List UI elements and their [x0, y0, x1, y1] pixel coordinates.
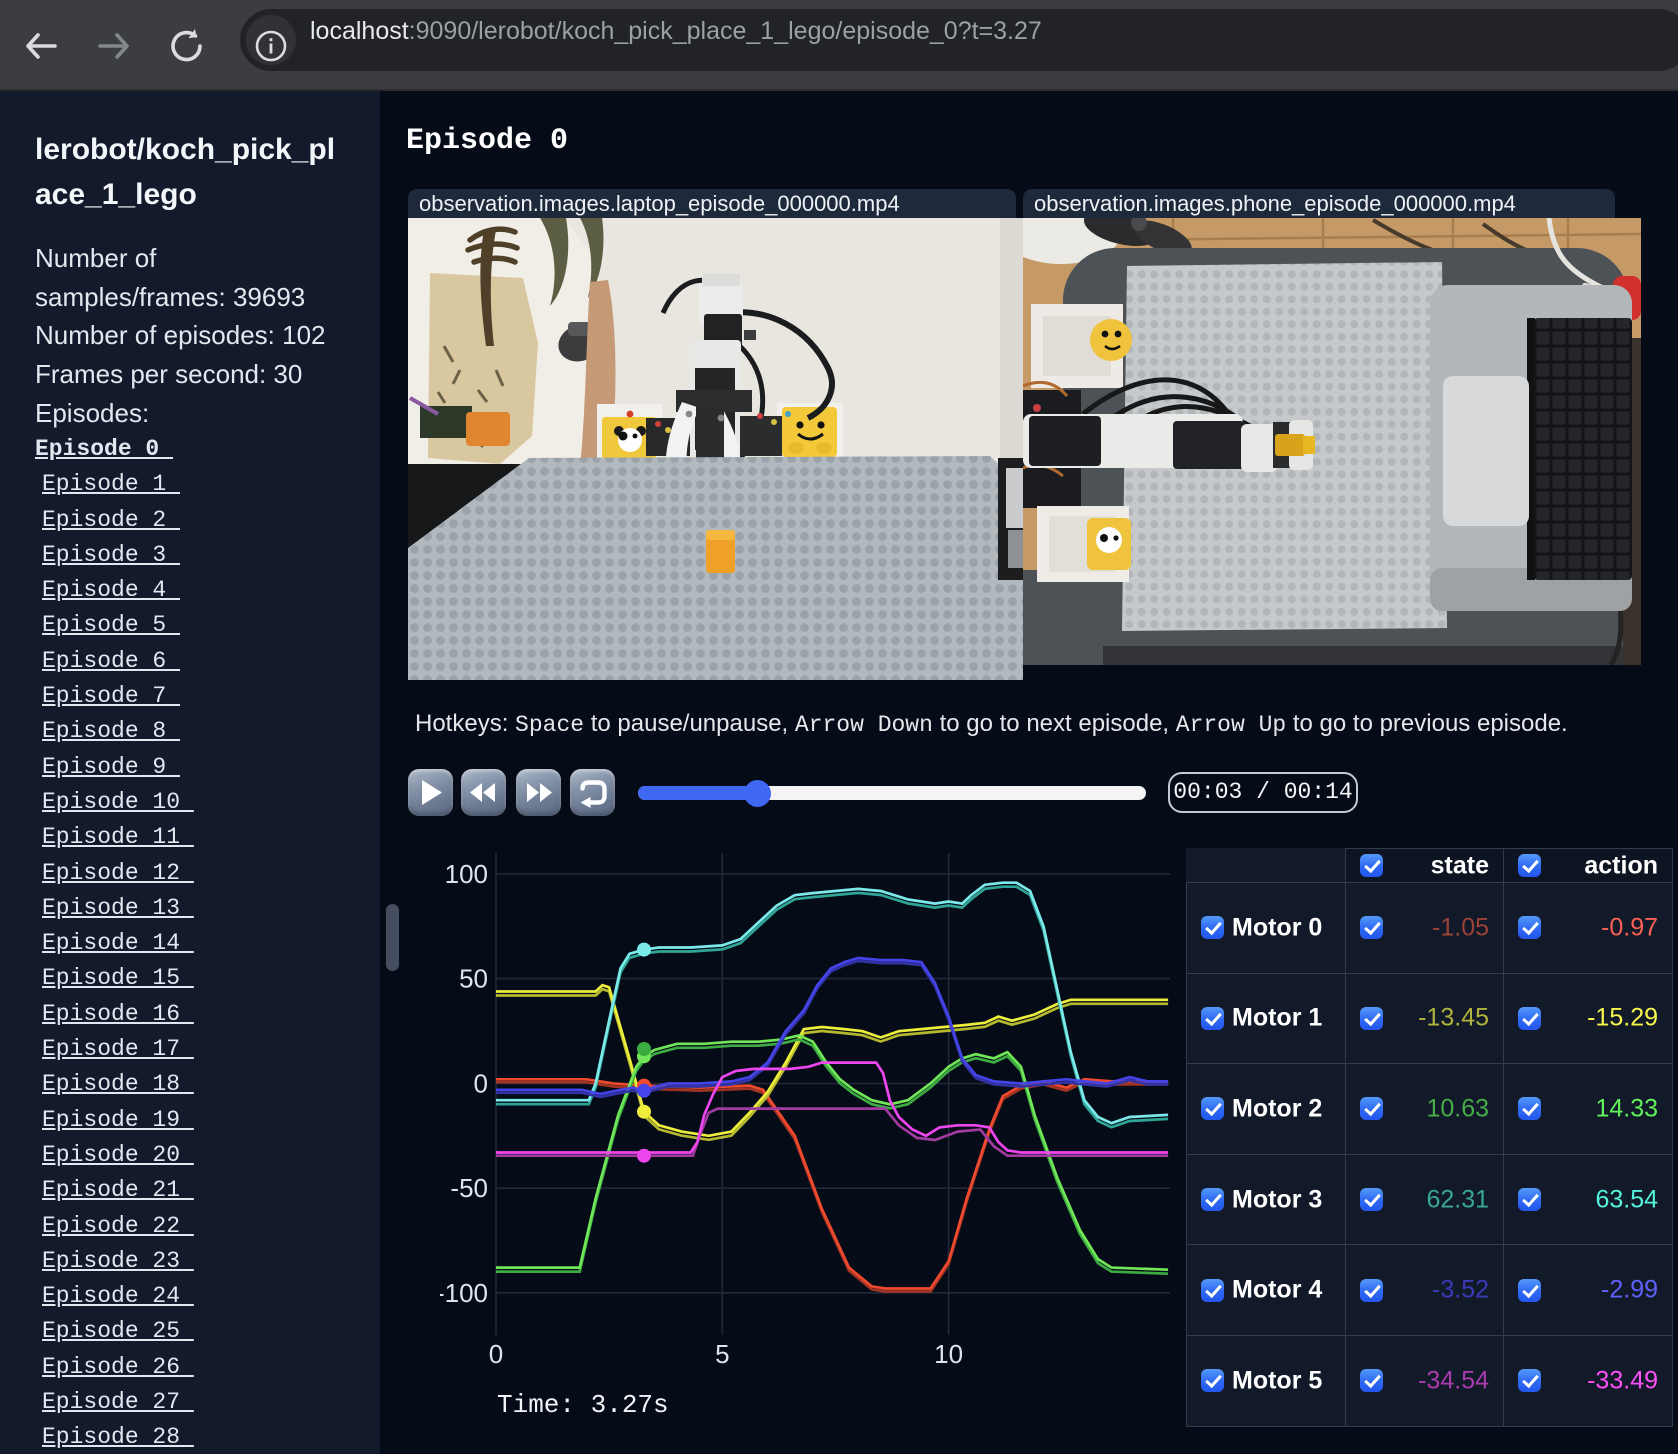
svg-text:0: 0	[474, 1069, 488, 1099]
svg-text:50: 50	[459, 964, 488, 994]
svg-text:Time: 3.27s: Time: 3.27s	[497, 1390, 669, 1420]
svg-text:0: 0	[489, 1339, 503, 1369]
svg-text:-50: -50	[450, 1173, 488, 1203]
svg-text:5: 5	[715, 1339, 729, 1369]
svg-text:100: 100	[445, 859, 488, 889]
svg-text:10: 10	[934, 1339, 963, 1369]
svg-text:-100: -100	[440, 1278, 488, 1308]
